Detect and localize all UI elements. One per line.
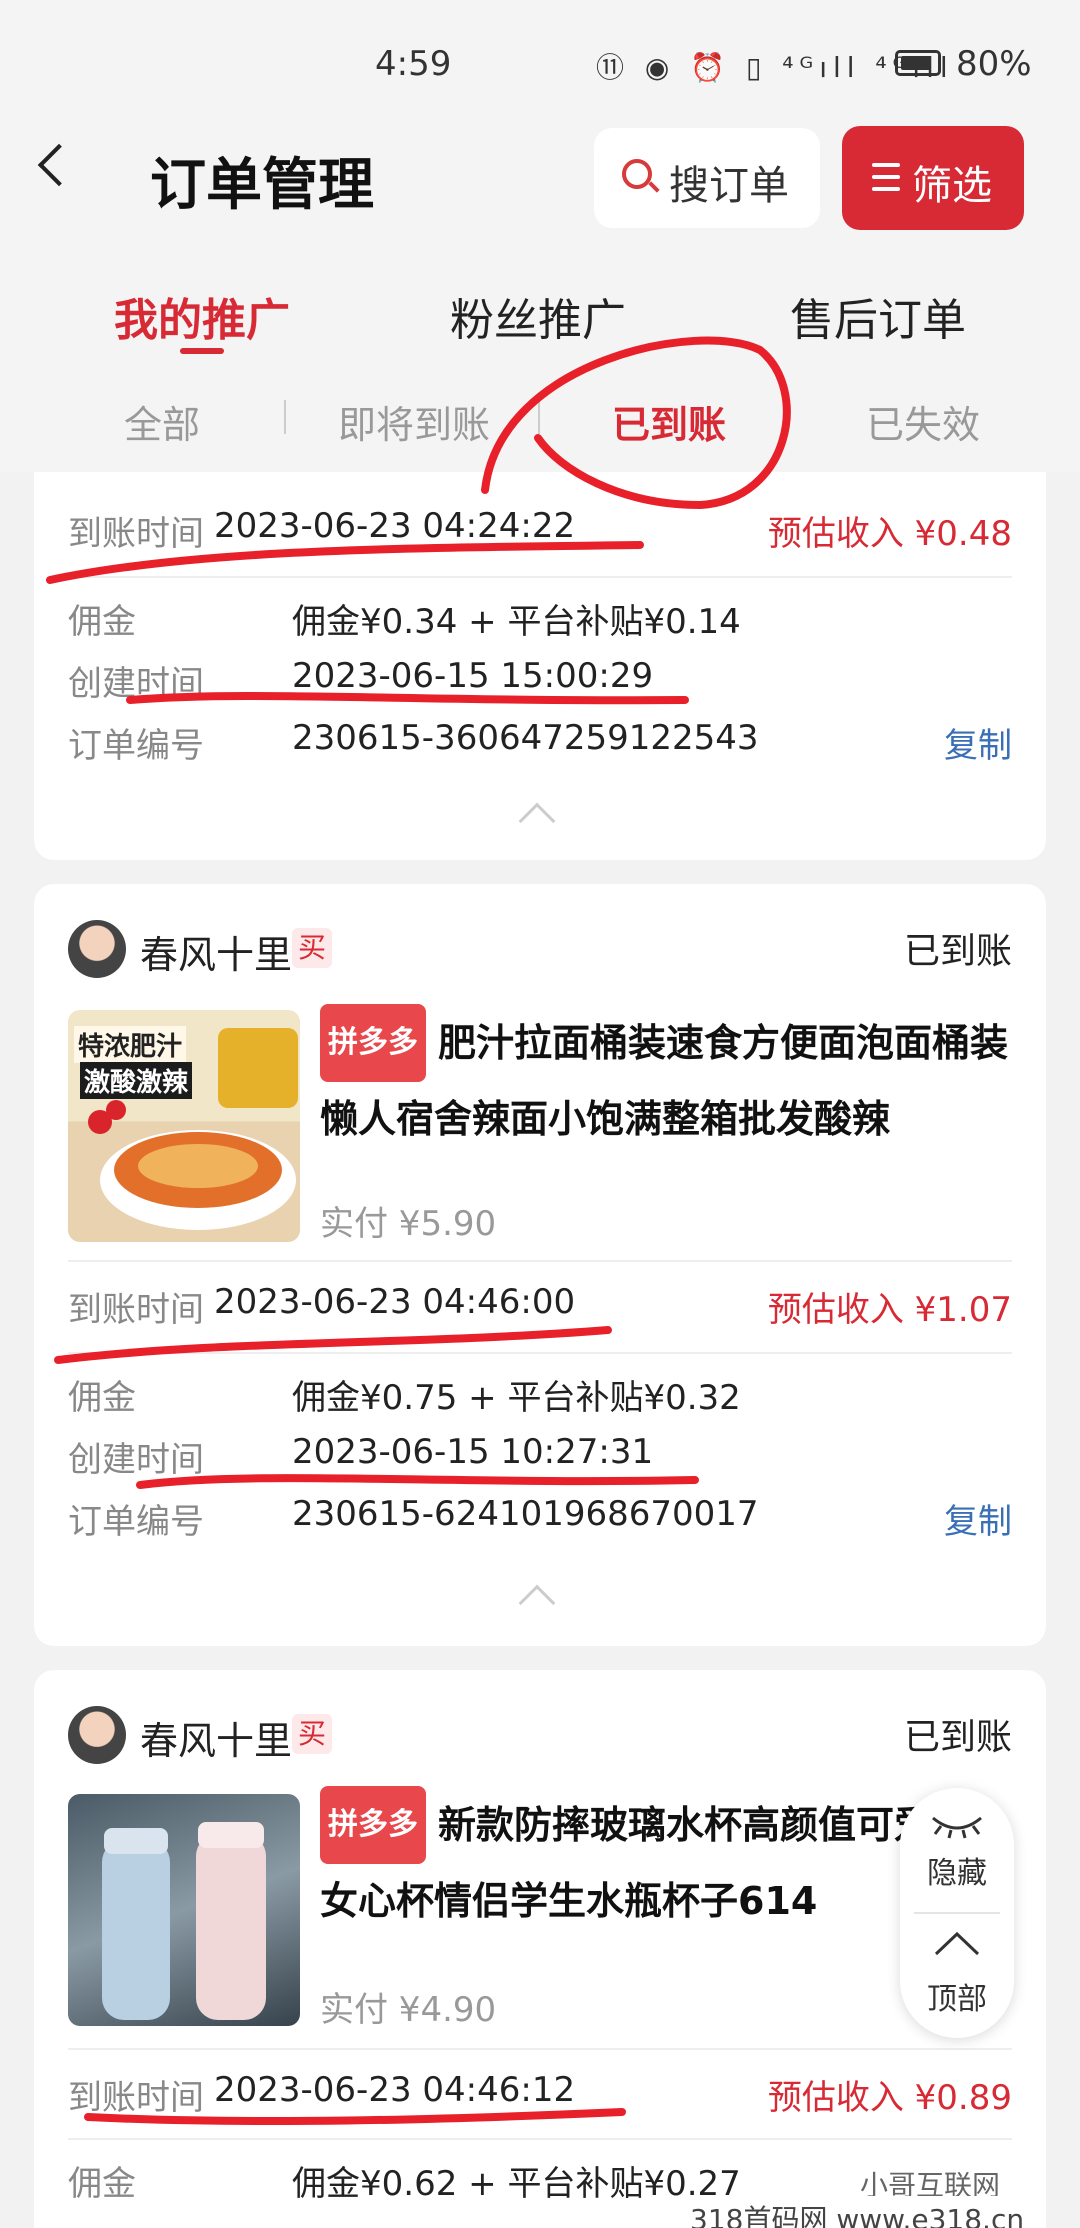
- divider: [284, 400, 286, 434]
- estimated-income: 预估收入 ¥1.07: [767, 1290, 1012, 1330]
- watermark-site: 318首码网 www.e318.cn: [680, 2196, 1035, 2228]
- arrival-time: 2023-06-23 04:24:22: [214, 506, 576, 546]
- arrival-time-label: 到账时间: [68, 514, 204, 554]
- product-image[interactable]: [68, 1794, 300, 2026]
- tab-fans-promotion[interactable]: 粉丝推广: [450, 284, 626, 348]
- commission-label: 佣金: [68, 602, 136, 642]
- tab-indicator: [180, 348, 224, 354]
- tab-my-promotion[interactable]: 我的推广: [114, 284, 290, 348]
- subtab-expired[interactable]: 已失效: [866, 394, 980, 449]
- divider: [68, 1260, 1012, 1262]
- created-time-label: 创建时间: [68, 1440, 204, 1480]
- arrival-time: 2023-06-23 04:46:00: [214, 1282, 576, 1322]
- filter-label: 筛选: [912, 163, 992, 209]
- battery-percent: 80%: [956, 44, 1032, 84]
- product-image[interactable]: 特浓肥汁 激酸激辣: [68, 1010, 300, 1242]
- divider: [68, 576, 1012, 578]
- order-card: 春风十里 买 已到账 特浓肥汁 激酸激辣 拼多多 肥汁拉面桶装速食方便面泡面桶装懒…: [34, 884, 1046, 1646]
- order-number-label: 订单编号: [68, 1502, 204, 1542]
- amount-paid: 实付 ¥4.90: [320, 1990, 497, 2030]
- order-card: 到账时间 2023-06-23 04:24:22 预估收入 ¥0.48 佣金 佣…: [34, 440, 1046, 860]
- avatar: [68, 1706, 126, 1764]
- order-status: 已到账: [903, 931, 1012, 972]
- divider: [538, 400, 540, 434]
- divider: [68, 2048, 1012, 2050]
- collapse-chevron-icon[interactable]: [518, 802, 556, 840]
- back-to-top-button[interactable]: 顶部: [900, 1974, 1014, 2018]
- subtab-all[interactable]: 全部: [124, 394, 200, 449]
- status-bar: 4:59 ⑪ ◉ ⏰ ▯ ⁴ᴳıll ⁴ᴳıll 80%: [0, 38, 1080, 88]
- arrival-time: 2023-06-23 04:46:12: [214, 2070, 576, 2110]
- copy-button[interactable]: 复制: [944, 1494, 1012, 1543]
- divider: [68, 2138, 1012, 2140]
- product-title[interactable]: 拼多多 肥汁拉面桶装速食方便面泡面桶装懒人宿舍辣面小饱满整箱批发酸辣: [320, 1004, 1010, 1156]
- avatar: [68, 920, 126, 978]
- divider: [68, 1352, 1012, 1354]
- commission-value: 佣金¥0.75 + 平台补贴¥0.32: [292, 1378, 741, 1418]
- header: 4:59 ⑪ ◉ ⏰ ▯ ⁴ᴳıll ⁴ᴳıll 80% 订单管理 搜订单 筛选…: [0, 0, 1080, 472]
- back-arrow-icon[interactable]: [37, 143, 81, 187]
- commission-label: 佣金: [68, 1378, 136, 1418]
- arrival-time-label: 到账时间: [68, 2078, 204, 2118]
- user-name: 春风十里: [140, 1719, 293, 1763]
- floating-actions: 隐藏 顶部: [900, 1788, 1014, 2038]
- page-title: 订单管理: [150, 153, 374, 218]
- order-number-label: 订单编号: [68, 726, 204, 766]
- created-time: 2023-06-15 15:00:29: [292, 656, 654, 696]
- subtab-upcoming[interactable]: 即将到账: [338, 394, 490, 449]
- subtab-arrived[interactable]: 已到账: [612, 394, 726, 449]
- copy-button[interactable]: 复制: [944, 718, 1012, 767]
- product-image-text: 特浓肥汁: [74, 1026, 187, 1063]
- platform-badge: 拼多多: [320, 1786, 426, 1864]
- arrow-up-icon: [934, 1931, 980, 1956]
- tab-after-sales[interactable]: 售后订单: [790, 284, 966, 348]
- amount-paid: 实付 ¥5.90: [320, 1204, 497, 1244]
- commission-value: 佣金¥0.62 + 平台补贴¥0.27: [292, 2164, 741, 2204]
- clock: 4:59: [375, 44, 452, 84]
- battery-icon: [895, 50, 941, 76]
- water-bottles-image: [102, 1822, 266, 2020]
- created-time-label: 创建时间: [68, 664, 204, 704]
- closed-eye-icon: [932, 1816, 982, 1839]
- search-orders-label: 搜订单: [669, 163, 789, 209]
- product-title[interactable]: 拼多多 新款防摔玻璃水杯高颜值可爱女心杯情侣学生水瓶杯子614: [320, 1786, 940, 1938]
- filter-button[interactable]: 筛选: [842, 126, 1024, 230]
- order-management-screen: 4:59 ⑪ ◉ ⏰ ▯ ⁴ᴳıll ⁴ᴳıll 80% 订单管理 搜订单 筛选…: [0, 0, 1080, 2228]
- commission-label: 佣金: [68, 2164, 136, 2204]
- order-number: 230615-360647259122543: [292, 718, 759, 758]
- buy-tag: 买: [292, 1714, 332, 1754]
- order-status: 已到账: [903, 1717, 1012, 1758]
- collapse-chevron-icon[interactable]: [518, 1584, 556, 1622]
- user-name: 春风十里: [140, 933, 293, 977]
- estimated-income: 预估收入 ¥0.89: [767, 2078, 1012, 2118]
- divider: [914, 1912, 1000, 1914]
- menu-icon: [872, 163, 900, 199]
- hide-button[interactable]: 隐藏: [900, 1848, 1014, 1892]
- commission-value: 佣金¥0.34 + 平台补贴¥0.14: [292, 602, 741, 642]
- buy-tag: 买: [292, 928, 332, 968]
- order-number: 230615-624101968670017: [292, 1494, 759, 1534]
- arrival-time-label: 到账时间: [68, 1290, 204, 1330]
- search-orders-button[interactable]: 搜订单: [594, 128, 820, 228]
- product-image-text: 激酸激辣: [80, 1062, 193, 1099]
- estimated-income: 预估收入 ¥0.48: [767, 514, 1012, 554]
- created-time: 2023-06-15 10:27:31: [292, 1432, 654, 1472]
- platform-badge: 拼多多: [320, 1004, 426, 1082]
- order-card: 春风十里 买 已到账 拼多多 新款防摔玻璃水杯高颜值可爱女心杯情侣学生水瓶杯子61…: [34, 1670, 1046, 2228]
- search-icon: [622, 159, 652, 189]
